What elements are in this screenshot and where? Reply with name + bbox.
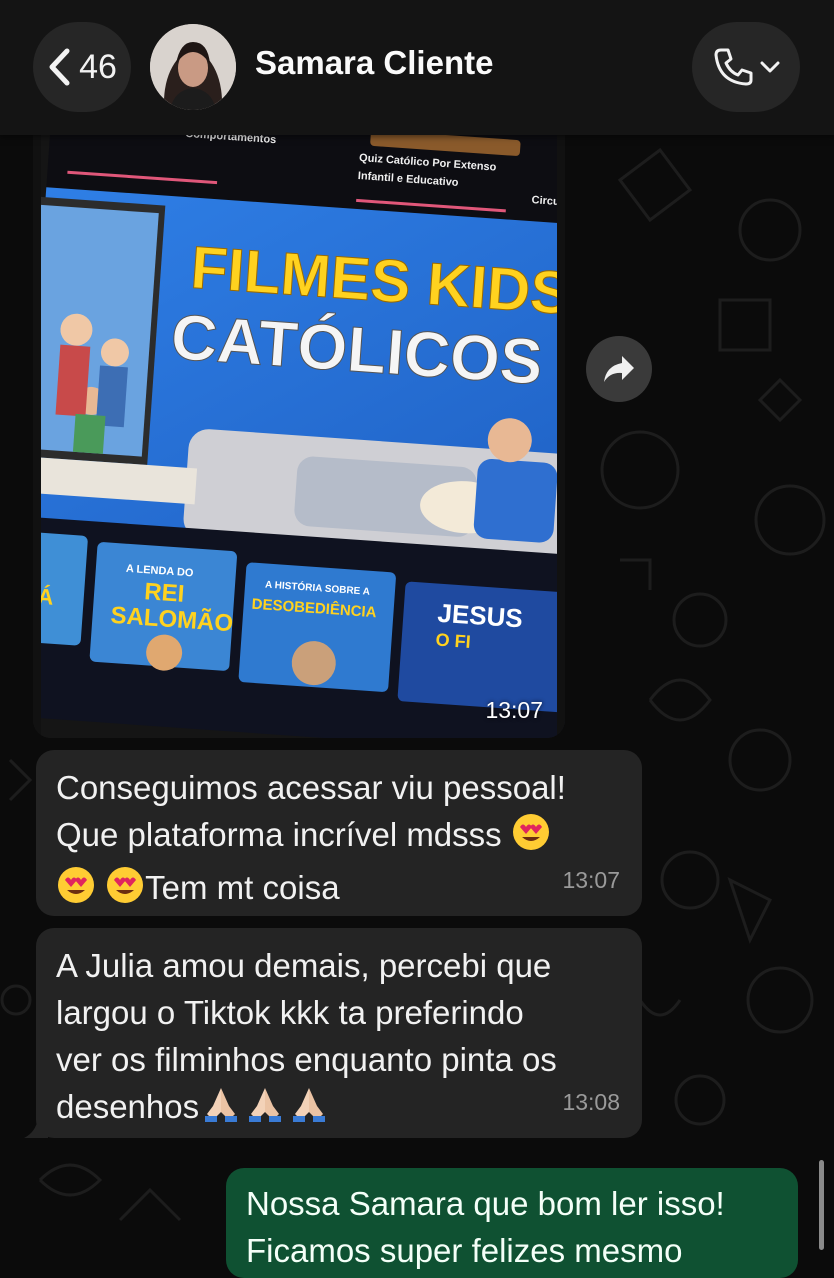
phone-icon <box>714 48 753 86</box>
chevron-down-icon <box>760 61 780 73</box>
outgoing-message[interactable]: Nossa Samara que bom ler isso! Ficamos s… <box>226 1168 798 1278</box>
call-button[interactable] <box>692 22 800 112</box>
praying-hands-emoji <box>243 1084 287 1136</box>
contact-name[interactable]: Samara Cliente <box>255 44 493 82</box>
thumb-4-line1: JESUS <box>437 598 524 634</box>
message-time: 13:08 <box>562 1089 620 1115</box>
unread-count: 46 <box>79 47 117 86</box>
thumb-2-line2: REI <box>143 578 185 608</box>
praying-hands-emoji <box>199 1084 243 1136</box>
heart-eyes-emoji <box>105 865 145 917</box>
contact-avatar[interactable] <box>150 24 236 110</box>
bubble-tail <box>24 1118 48 1138</box>
praying-hands-emoji <box>287 1084 331 1136</box>
thumb-4-line2: O FI <box>435 630 471 652</box>
chevron-left-icon <box>49 48 70 86</box>
message-text-end: Tem mt coisa <box>145 869 340 906</box>
forward-arrow-icon <box>604 356 634 382</box>
message-text: Nossa Samara que bom ler isso! Ficamos s… <box>246 1185 725 1269</box>
incoming-message[interactable]: A Julia amou demais, percebi que largou … <box>24 928 642 1138</box>
image-message[interactable]: Comportamentos Quiz Católico Por Extenso… <box>33 100 565 738</box>
forward-button[interactable] <box>586 336 652 402</box>
scroll-indicator[interactable] <box>819 1160 824 1250</box>
heart-eyes-emoji <box>511 812 551 864</box>
chat-header: 46 Samara Cliente <box>0 0 834 135</box>
message-time: 13:07 <box>485 697 543 723</box>
message-text: Conseguimos acessar viu pessoal! Que pla… <box>56 769 566 853</box>
incoming-message[interactable]: Conseguimos acessar viu pessoal! Que pla… <box>36 750 642 916</box>
photo-of-tv-screen: Comportamentos Quiz Católico Por Extenso… <box>33 100 565 738</box>
message-time: 13:07 <box>562 867 620 893</box>
heart-eyes-emoji <box>56 865 96 917</box>
back-button[interactable]: 46 <box>33 22 131 112</box>
